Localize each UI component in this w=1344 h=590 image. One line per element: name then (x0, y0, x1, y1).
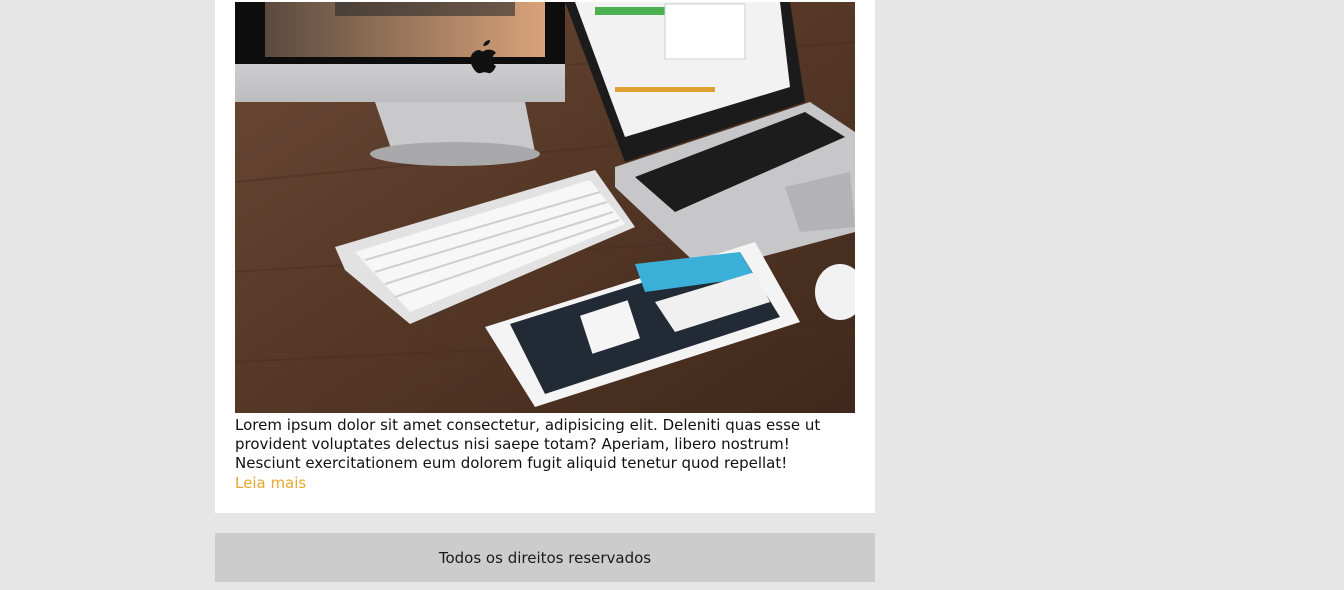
post-image (235, 2, 855, 413)
footer-copyright: Todos os direitos reservados (438, 548, 652, 567)
footer: Todos os direitos reservados (215, 533, 875, 582)
post-excerpt: Lorem ipsum dolor sit amet consectetur, … (235, 416, 821, 472)
devices-photo (235, 2, 855, 413)
read-more-link[interactable]: Leia mais (235, 474, 306, 493)
post-card: Lorem ipsum dolor sit amet consectetur, … (215, 0, 875, 513)
